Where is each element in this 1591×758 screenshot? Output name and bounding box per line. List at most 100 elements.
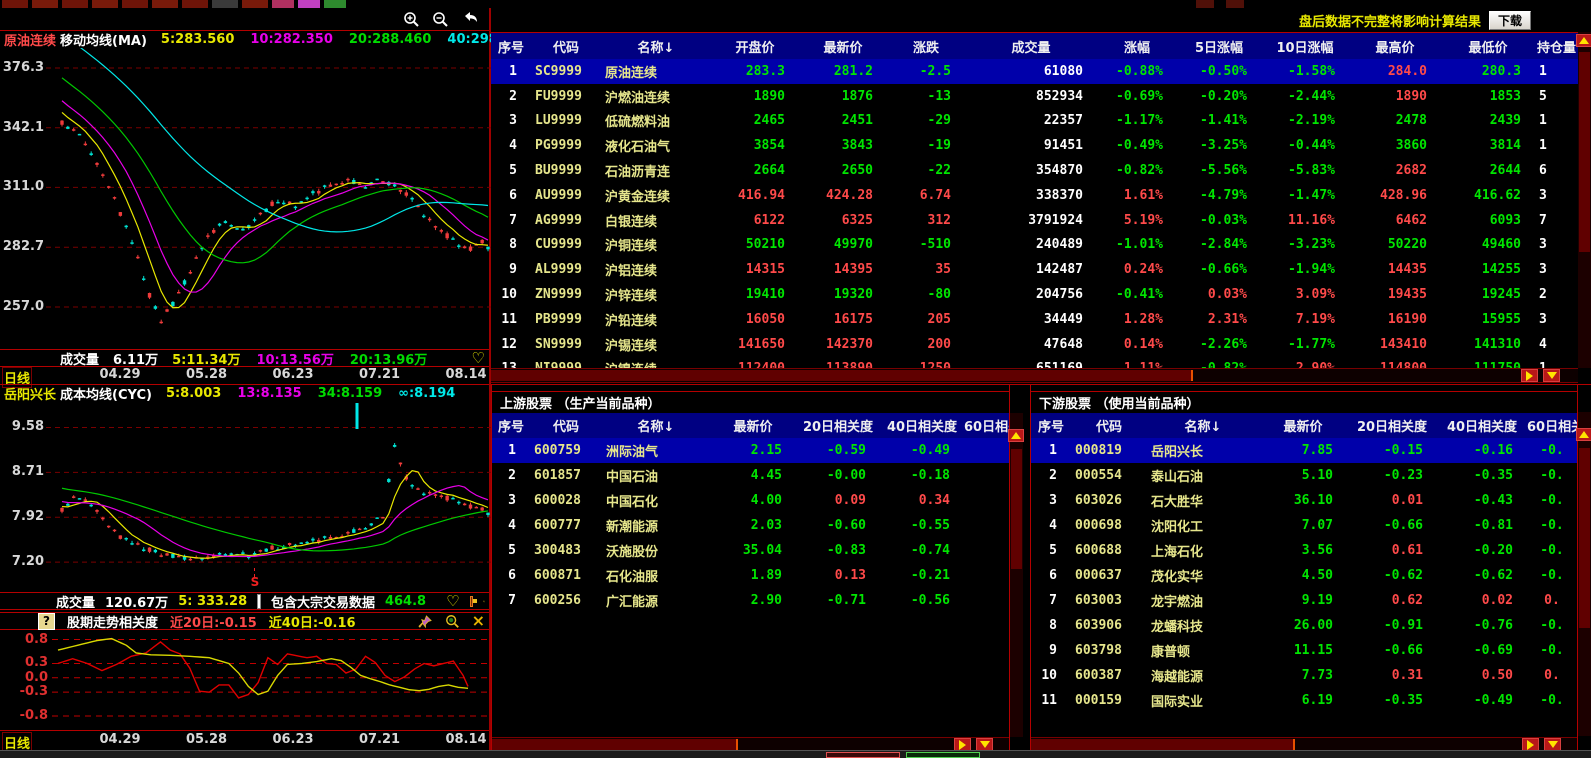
upstream-table-header[interactable]: 序号代码名称↓最新价20日相关度40日相关度60日相关度 (492, 413, 1009, 438)
column-header[interactable]: 名称↓ (602, 416, 710, 435)
block-trade-label[interactable]: 包含大宗交易数据 (271, 592, 375, 611)
downstream-table-header[interactable]: 序号代码名称↓最新价20日相关度40日相关度60日相关度 (1031, 413, 1577, 438)
table-row[interactable]: 12SN9999沪锡连续141650142370200476480.14%-2.… (491, 332, 1578, 357)
column-header[interactable]: 最新价 (1259, 416, 1347, 435)
futures-table-header[interactable]: 序号代码名称↓开盘价最新价涨跌成交量涨幅5日涨幅10日涨幅最高价最低价持仓量 (491, 33, 1578, 59)
table-row[interactable]: 13NI9999沪镍连续11240011389012506511691.11%-… (491, 357, 1578, 368)
table-row[interactable]: 2000554泰山石油5.10-0.23-0.35-0. (1031, 463, 1577, 488)
downstream-hscrollbar[interactable] (1031, 737, 1578, 751)
upstream-hscrollbar[interactable] (492, 737, 1010, 751)
column-header[interactable]: 涨幅 (1097, 37, 1177, 56)
futures-vscrollbar[interactable] (1578, 32, 1591, 368)
table-row[interactable]: 11PB9999沪铅连续1605016175205344491.28%2.31%… (491, 307, 1578, 332)
scrollbar-thumb[interactable] (1579, 448, 1590, 628)
magnifier-plus-icon[interactable] (483, 594, 485, 609)
help-icon[interactable]: ? (38, 613, 55, 630)
column-header[interactable]: 最高价 (1349, 37, 1441, 56)
undo-icon[interactable] (461, 11, 479, 27)
scrollbar-thumb[interactable] (1031, 739, 1295, 750)
close-icon[interactable]: × (472, 613, 485, 629)
column-header[interactable]: 10日涨幅 (1261, 37, 1349, 56)
table-row[interactable]: 3603026石大胜华36.100.01-0.43-0. (1031, 488, 1577, 513)
table-row[interactable]: 7AG9999白银连续6122632531237919245.19%-0.03%… (491, 208, 1578, 233)
column-header[interactable]: 序号 (1031, 416, 1071, 435)
column-header[interactable]: 序号 (491, 37, 531, 56)
scroll-up-button[interactable] (1576, 34, 1591, 47)
table-row[interactable]: 1600759洲际油气2.15-0.59-0.49 (492, 438, 1009, 463)
chart1-indicator[interactable]: 移动均线(MA) (60, 30, 147, 49)
favorite-icon[interactable]: ♡ (471, 351, 484, 366)
table-row[interactable]: 7603003龙宇燃油9.190.620.020. (1031, 588, 1577, 613)
upstream-vscrollbar[interactable] (1010, 413, 1023, 737)
table-row[interactable]: 6600871石化油服1.890.13-0.21 (492, 563, 1009, 588)
screenshot-icon[interactable] (470, 596, 473, 607)
table-row[interactable]: 6AU9999沪黄金连续416.94424.286.743383701.61%-… (491, 183, 1578, 208)
favorite-icon[interactable]: ♡ (446, 594, 459, 609)
table-row[interactable]: 10600387海越能源7.730.310.500. (1031, 663, 1577, 688)
column-header[interactable]: 开盘价 (711, 37, 799, 56)
candlestick-chart-stock[interactable]: 9.588.717.927.20 (0, 403, 491, 585)
zoom-out-icon[interactable] (432, 11, 449, 28)
table-row[interactable]: 9AL9999沪铝连续1431514395351424870.24%-0.66%… (491, 257, 1578, 282)
column-header[interactable]: 5日涨幅 (1177, 37, 1261, 56)
column-header[interactable]: 最新价 (710, 416, 796, 435)
scroll-up-button[interactable] (1576, 428, 1591, 441)
scroll-up-button[interactable] (1008, 429, 1024, 442)
table-row[interactable]: 11000159国际实业6.19-0.35-0.49-0. (1031, 688, 1577, 713)
column-header[interactable]: 代码 (530, 416, 602, 435)
table-row[interactable]: 8CU9999沪铜连续5021049970-510240489-1.01%-2.… (491, 233, 1578, 258)
pin-icon[interactable] (418, 614, 433, 629)
chart2-indicator[interactable]: 成本均线(CYC) (60, 384, 152, 403)
scrollbar-thumb[interactable] (1579, 52, 1590, 252)
column-header[interactable]: 成交量 (965, 37, 1097, 56)
block-trade-checkbox[interactable] (257, 594, 261, 609)
table-row[interactable]: 6000637茂化实华4.50-0.62-0.62-0. (1031, 563, 1577, 588)
table-row[interactable]: 3LU9999低硫燃料油24652451-2922357-1.17%-1.41%… (491, 109, 1578, 134)
table-row[interactable]: 7600256广汇能源2.90-0.71-0.56 (492, 588, 1009, 613)
column-header[interactable]: 名称↓ (601, 37, 711, 56)
table-row[interactable]: 9603798康普顿11.15-0.66-0.69-0. (1031, 638, 1577, 663)
table-row[interactable]: 8603906龙蟠科技26.00-0.91-0.76-0. (1031, 613, 1577, 638)
column-header[interactable]: 序号 (492, 416, 530, 435)
column-header[interactable]: 最新价 (799, 37, 887, 56)
column-header[interactable]: 最低价 (1441, 37, 1535, 56)
scrollbar-thumb[interactable] (1011, 449, 1022, 569)
column-header[interactable]: 涨跌 (887, 37, 965, 56)
column-header[interactable]: 20日相关度 (1347, 416, 1437, 435)
table-row[interactable]: 10ZN9999沪锌连续1941019320-80204756-0.41%0.0… (491, 282, 1578, 307)
table-row[interactable]: 1000819岳阳兴长7.85-0.15-0.16-0. (1031, 438, 1577, 463)
magnifier-icon[interactable] (445, 614, 460, 629)
column-header[interactable]: 持仓量 (1535, 37, 1578, 56)
table-row[interactable]: 4600777新潮能源2.03-0.60-0.55 (492, 513, 1009, 538)
table-row[interactable]: 2FU9999沪燃油连续18901876-13852934-0.69%-0.20… (491, 84, 1578, 109)
column-header[interactable]: 20日相关度 (796, 416, 880, 435)
column-header[interactable]: 名称↓ (1147, 416, 1259, 435)
table-row[interactable]: 2601857中国石油4.45-0.00-0.18 (492, 463, 1009, 488)
scrollbar-thumb[interactable] (492, 739, 738, 750)
scroll-right-button[interactable] (1521, 369, 1538, 382)
volume-label[interactable]: 成交量 (60, 349, 99, 368)
download-button[interactable]: 下载 (1489, 11, 1531, 30)
column-header[interactable]: 代码 (531, 37, 601, 56)
table-row[interactable]: 5600688上海石化3.560.61-0.20-0. (1031, 538, 1577, 563)
correlation-title[interactable]: 股期走势相关度 (67, 612, 158, 631)
table-row[interactable]: 3600028中国石化4.000.090.34 (492, 488, 1009, 513)
column-header[interactable]: 60日相关度 (964, 416, 1009, 435)
volume-label[interactable]: 成交量 (56, 592, 95, 611)
scroll-down-button[interactable] (1543, 369, 1560, 382)
zoom-in-icon[interactable] (403, 11, 420, 28)
table-row[interactable]: 4PG9999液化石油气38543843-1991451-0.49%-3.25%… (491, 133, 1578, 158)
candlestick-chart-main[interactable]: 376.3342.1311.0282.7257.0 (0, 48, 491, 348)
column-header[interactable]: 60日相关度 (1527, 416, 1577, 435)
futures-hscrollbar[interactable] (491, 368, 1578, 383)
table-row[interactable]: 1SC9999原油连续283.3281.2-2.561080-0.88%-0.5… (491, 59, 1578, 84)
scrollbar-thumb[interactable] (491, 370, 1193, 381)
table-row[interactable]: 5BU9999石油沥青连26642650-22354870-0.82%-5.56… (491, 158, 1578, 183)
column-header[interactable]: 40日相关度 (880, 416, 964, 435)
column-header[interactable]: 代码 (1071, 416, 1147, 435)
column-header[interactable]: 40日相关度 (1437, 416, 1527, 435)
table-row[interactable]: 4000698沈阳化工7.07-0.66-0.81-0. (1031, 513, 1577, 538)
downstream-vscrollbar[interactable] (1578, 412, 1591, 736)
correlation-chart[interactable]: 0.80.30.0-0.3-0.8 (0, 630, 491, 728)
table-row[interactable]: 5300483沃施股份35.04-0.83-0.74 (492, 538, 1009, 563)
